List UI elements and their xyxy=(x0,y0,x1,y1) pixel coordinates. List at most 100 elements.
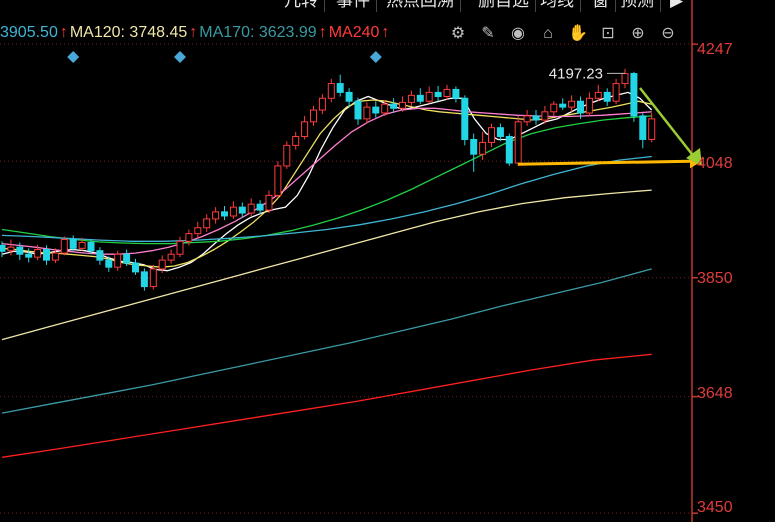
candle-body xyxy=(434,91,442,98)
candle-body xyxy=(488,127,495,143)
ma-line-ma20 xyxy=(1,107,652,255)
candle-body xyxy=(568,100,576,108)
candle-body xyxy=(87,241,95,252)
candle-body xyxy=(648,118,656,140)
candle-body xyxy=(425,91,433,102)
candle-body xyxy=(229,206,237,217)
candle-body xyxy=(123,253,131,264)
toolbar-tab[interactable]: 事件 xyxy=(330,0,377,12)
candle-body xyxy=(399,101,406,109)
candle-body xyxy=(363,106,371,120)
toolbar-tab[interactable]: 热点回溯 xyxy=(380,0,461,12)
toolbar-tab[interactable]: 窗 xyxy=(586,0,616,12)
candle-body xyxy=(514,121,522,164)
candle-body xyxy=(461,97,469,140)
candle-body xyxy=(51,252,59,261)
ma-line-ma240 xyxy=(1,353,652,458)
yellow-arrow-line xyxy=(517,159,691,166)
lock-icon[interactable]: ⊡ xyxy=(598,24,618,44)
tick-label: 3450 xyxy=(697,499,733,516)
high-price-label: 4197.23 xyxy=(549,65,603,82)
candle-body xyxy=(238,206,246,214)
candle-body xyxy=(327,83,335,99)
candle-body xyxy=(585,97,593,114)
ma-line-ma120 xyxy=(1,189,652,341)
candle-body xyxy=(603,91,611,102)
candle-body xyxy=(96,250,104,261)
up-arrow-icon: ↑ xyxy=(59,24,68,41)
basket-icon[interactable]: ⌂ xyxy=(538,24,558,44)
candle-body xyxy=(577,100,584,114)
up-arrow-icon: ↑ xyxy=(381,24,390,41)
candle-body xyxy=(69,239,77,249)
candle-body xyxy=(354,100,362,120)
candle-body xyxy=(158,259,166,270)
candle-body xyxy=(105,259,113,268)
event-marker-icon xyxy=(174,51,186,63)
hand-icon[interactable]: ✋ xyxy=(568,24,588,44)
candle-body xyxy=(221,211,228,217)
candle-body xyxy=(265,194,273,211)
candle-body xyxy=(194,227,202,235)
candle-body xyxy=(283,144,291,167)
candle-body xyxy=(203,218,211,229)
candle-body xyxy=(114,253,122,268)
brush-icon[interactable]: ✎ xyxy=(478,24,498,44)
candle-body xyxy=(140,271,148,288)
candle-body xyxy=(0,244,6,252)
collapse-icon[interactable]: ▶ xyxy=(664,0,689,12)
toolbar-tab[interactable]: 均线 xyxy=(534,0,581,12)
up-arrow-icon: ↑ xyxy=(318,24,327,41)
candle-body xyxy=(43,249,50,261)
zoom-out-icon[interactable]: ⊖ xyxy=(658,24,678,44)
ma-line-ma60 xyxy=(1,115,652,245)
toolbar-tab[interactable]: 预测 xyxy=(614,0,661,12)
candle-body xyxy=(630,73,638,117)
event-marker-icon xyxy=(67,51,80,63)
event-marker-icon xyxy=(369,51,382,63)
candle-body xyxy=(78,241,86,249)
candle-body xyxy=(532,115,540,121)
eye-icon[interactable]: ◉ xyxy=(508,24,528,44)
candle-body xyxy=(132,262,139,273)
gear-icon[interactable]: ⚙ xyxy=(448,24,468,44)
candle-body xyxy=(301,121,309,138)
candle-body xyxy=(541,111,549,121)
candle-body xyxy=(496,127,504,138)
candle-body xyxy=(336,83,344,93)
candle-body xyxy=(621,73,629,85)
ma-legend-item: MA120: 3748.45 xyxy=(69,24,188,41)
ma-legend-item: MA170: 3623.99 xyxy=(199,24,317,41)
candle-body xyxy=(443,88,451,98)
toolbar-tab[interactable]: 几转 xyxy=(278,0,325,12)
candle-body xyxy=(274,165,282,196)
candle-body xyxy=(256,203,264,211)
candle-body xyxy=(185,233,193,242)
ma-legend-item: 3905.50 xyxy=(0,24,58,41)
candle-body xyxy=(176,240,184,255)
ma-legend: 3905.50 ↑ MA120: 3748.45 ↑ MA170: 3623.99 ↑ MA… xyxy=(0,22,391,44)
top-toolbar: 几转 事件 热点回溯 删自选 均线窗预测 ▶ xyxy=(0,0,775,16)
candle-body xyxy=(292,136,300,146)
candle-body xyxy=(505,136,513,164)
tick-label: 4048 xyxy=(697,155,733,172)
candle-body xyxy=(372,106,380,114)
candle-body xyxy=(167,253,175,261)
tick-label: 3850 xyxy=(697,270,733,287)
candle-body xyxy=(310,109,317,123)
candle-body xyxy=(559,103,567,108)
candle-body xyxy=(550,103,558,113)
candle-body xyxy=(381,103,389,114)
candle-body xyxy=(523,115,531,123)
candle-body xyxy=(345,91,353,102)
ma-legend-item: MA240 xyxy=(328,24,380,41)
zoom-in-icon[interactable]: ⊕ xyxy=(628,24,648,44)
candlestick-chart[interactable]: 4197.23 xyxy=(0,0,775,522)
kline-chart[interactable]: 4197.23 几转 事件 热点回溯 删自选 均线窗预测 ▶ 3905.50 ↑ MA120:… xyxy=(0,0,775,522)
toolbar-tab[interactable]: 删自选 xyxy=(472,0,536,12)
candle-body xyxy=(7,246,15,252)
candle-body xyxy=(612,83,620,102)
candle-body xyxy=(60,239,68,254)
candle-body xyxy=(479,141,487,155)
ma-line-ma170 xyxy=(1,268,652,414)
